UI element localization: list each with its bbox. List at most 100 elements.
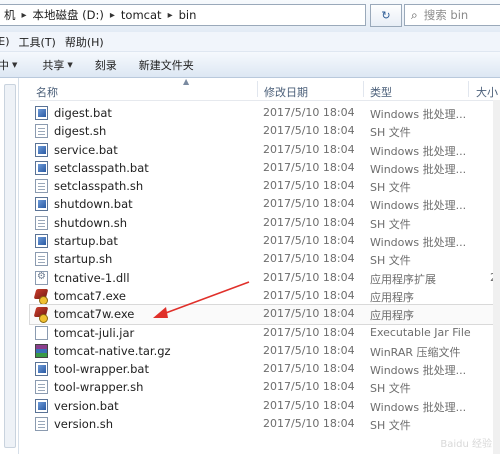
- column-name[interactable]: 名称: [36, 84, 58, 100]
- file-date: 2017/5/10 18:04: [263, 398, 355, 412]
- file-type: Windows 批处理...: [370, 400, 467, 414]
- column-size[interactable]: 大小: [476, 84, 498, 100]
- breadcrumb[interactable]: 机 ▸ 本地磁盘 (D:) ▸ tomcat ▸ bin: [0, 4, 366, 26]
- bat-icon: [35, 398, 48, 413]
- file-name: setclasspath.bat: [54, 160, 149, 175]
- chevron-right-icon[interactable]: ▸: [166, 10, 175, 21]
- file-name: tomcat-juli.jar: [54, 325, 135, 340]
- menu-edit[interactable]: (E): [0, 35, 19, 48]
- document-icon: [35, 380, 48, 395]
- file-type: SH 文件: [370, 419, 411, 433]
- dll-icon: [35, 270, 48, 285]
- file-name: shutdown.sh: [54, 215, 128, 230]
- file-date: 2017/5/10 18:04: [263, 160, 355, 174]
- file-type: SH 文件: [370, 254, 411, 268]
- menu-help[interactable]: 帮助(H): [65, 34, 113, 50]
- exe-icon: [35, 307, 48, 324]
- file-row[interactable]: version.sh 2017/5/10 18:04 SH 文件: [30, 415, 500, 433]
- vertical-scrollbar[interactable]: [493, 100, 500, 454]
- search-input[interactable]: ⌕ 搜索 bin: [404, 4, 500, 26]
- breadcrumb-tomcat[interactable]: tomcat: [117, 8, 166, 22]
- file-date: 2017/5/10 18:04: [263, 362, 355, 376]
- menu-tools[interactable]: 工具(T): [19, 34, 65, 50]
- chevron-down-icon: ▼: [12, 60, 18, 69]
- file-date: 2017/5/10 18:04: [263, 380, 355, 394]
- search-placeholder: 搜索 bin: [423, 8, 469, 22]
- file-type: Executable Jar File: [370, 325, 471, 339]
- file-type: 应用程序: [370, 290, 414, 304]
- file-date: 2017/5/10 18:04: [263, 215, 355, 229]
- exe-icon: [35, 289, 48, 305]
- file-name: tool-wrapper.sh: [54, 380, 144, 395]
- column-divider[interactable]: [363, 81, 364, 97]
- file-type: 应用程序扩展: [370, 272, 436, 286]
- file-type: WinRAR 压缩文件: [370, 345, 461, 359]
- file-row[interactable]: startup.bat 2017/5/10 18:04 Windows 批处理...: [30, 232, 500, 250]
- file-name: digest.bat: [54, 106, 112, 120]
- bat-icon: [35, 197, 48, 212]
- file-list: digest.bat 2017/5/10 18:04 Windows 批处理... d…: [29, 104, 500, 433]
- burn-button[interactable]: 刻录: [95, 57, 117, 73]
- file-row[interactable]: service.bat 2017/5/10 18:04 Windows 批处理...: [30, 141, 500, 159]
- refresh-icon: ↻: [381, 9, 391, 22]
- document-icon: [35, 252, 48, 267]
- breadcrumb-computer[interactable]: 机: [0, 7, 20, 23]
- new-folder-label: 新建文件夹: [138, 58, 194, 72]
- file-name: shutdown.bat: [54, 197, 133, 212]
- file-row[interactable]: shutdown.bat 2017/5/10 18:04 Windows 批处理..…: [30, 195, 500, 213]
- file-date: 2017/5/10 18:04: [263, 270, 355, 284]
- file-type: SH 文件: [370, 181, 411, 195]
- file-row[interactable]: tcnative-1.dll2017/5/10 18:04应用程序扩展2,: [30, 269, 500, 287]
- bat-icon: [35, 106, 48, 120]
- file-row[interactable]: version.bat 2017/5/10 18:04 Windows 批处理...: [30, 397, 500, 415]
- share-button[interactable]: 共享 ▼: [42, 57, 72, 73]
- file-row[interactable]: tomcat7w.exe 2017/5/10 18:04 应用程序: [29, 304, 500, 325]
- document-icon: [35, 124, 48, 139]
- navigation-scrollbar[interactable]: [4, 84, 16, 448]
- bat-icon: [35, 362, 48, 377]
- include-in-library-button[interactable]: 中 ▼: [0, 57, 17, 73]
- file-row[interactable]: tomcat-native.tar.gz 2017/5/10 18:04 WinRA…: [30, 342, 500, 360]
- file-row[interactable]: tomcat7.exe 2017/5/10 18:04 应用程序: [30, 287, 500, 305]
- file-date: 2017/5/10 18:04: [263, 288, 355, 302]
- file-name: tomcat7.exe: [54, 288, 126, 303]
- file-row[interactable]: startup.sh 2017/5/10 18:04 SH 文件: [30, 250, 500, 268]
- rar-icon: [35, 343, 48, 358]
- column-date[interactable]: 修改日期: [264, 84, 308, 100]
- file-name: setclasspath.sh: [54, 179, 144, 194]
- file-row[interactable]: digest.bat 2017/5/10 18:04 Windows 批处理...: [30, 104, 500, 122]
- file-row[interactable]: shutdown.sh 2017/5/10 18:04 SH 文件: [30, 214, 500, 232]
- file-row[interactable]: tomcat-juli.jar 2017/5/10 18:04 Executable…: [30, 324, 500, 342]
- file-date: 2017/5/10 18:04: [263, 179, 355, 193]
- column-type[interactable]: 类型: [370, 84, 392, 100]
- column-divider[interactable]: [468, 81, 469, 97]
- file-type: Windows 批处理...: [370, 364, 467, 378]
- chevron-right-icon[interactable]: ▸: [108, 10, 117, 21]
- file-row[interactable]: digest.sh 2017/5/10 18:04 SH 文件: [30, 122, 500, 140]
- file-name: tomcat-native.tar.gz: [54, 343, 171, 358]
- file-type: SH 文件: [370, 217, 411, 231]
- bat-icon: [35, 160, 48, 175]
- breadcrumb-drive[interactable]: 本地磁盘 (D:): [29, 7, 108, 23]
- address-bar: 机 ▸ 本地磁盘 (D:) ▸ tomcat ▸ bin ↻ ⌕ 搜索 bin: [0, 0, 500, 33]
- file-date: 2017/5/10 18:04: [263, 307, 355, 321]
- file-date: 2017/5/10 18:04: [263, 142, 355, 156]
- chevron-right-icon[interactable]: ▸: [20, 10, 29, 21]
- command-bar: 中 ▼ 共享 ▼ 刻录 新建文件夹: [0, 52, 500, 78]
- burn-label: 刻录: [94, 58, 117, 72]
- new-folder-button[interactable]: 新建文件夹: [139, 57, 194, 73]
- breadcrumb-bin[interactable]: bin: [175, 8, 201, 22]
- file-row[interactable]: setclasspath.sh 2017/5/10 18:04 SH 文件: [30, 177, 500, 195]
- search-icon: ⌕: [411, 7, 418, 22]
- column-divider[interactable]: [257, 81, 258, 97]
- file-row[interactable]: setclasspath.bat 2017/5/10 18:04 Windows 批…: [30, 159, 500, 177]
- watermark: Baidu 经验: [440, 439, 492, 450]
- file-type: SH 文件: [370, 382, 411, 396]
- file-row[interactable]: tool-wrapper.bat 2017/5/10 18:04 Windows 批…: [30, 360, 500, 378]
- file-row[interactable]: tool-wrapper.sh 2017/5/10 18:04 SH 文件: [30, 378, 500, 396]
- file-type: Windows 批处理...: [370, 162, 467, 176]
- file-name: service.bat: [54, 142, 118, 157]
- file-name: tomcat7w.exe: [54, 307, 135, 322]
- file-type: Windows 批处理...: [370, 199, 467, 213]
- refresh-button[interactable]: ↻: [370, 4, 402, 27]
